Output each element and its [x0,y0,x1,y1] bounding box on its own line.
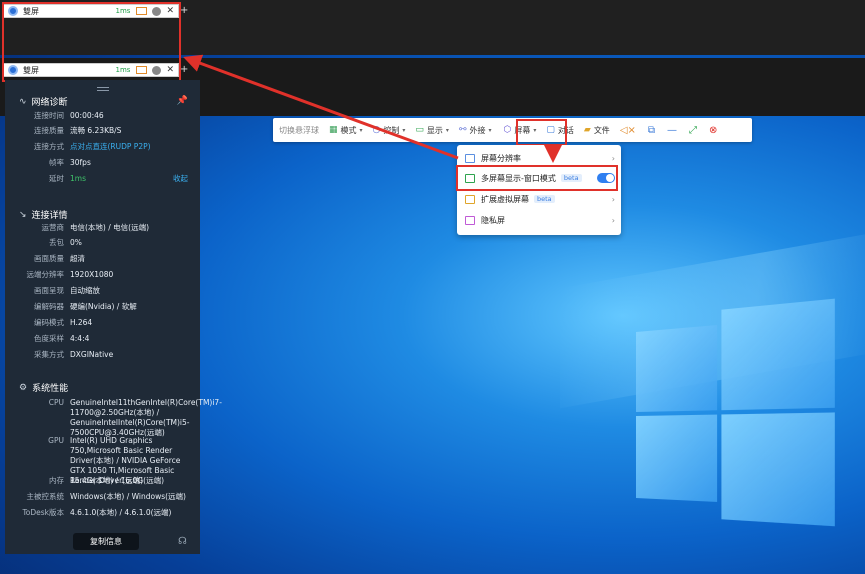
info-row: ToDesk版本 4.6.1.0(本地) / 4.6.1.0(远端) [5,508,200,522]
highlight-box-multiscreen [456,165,618,191]
file-button[interactable]: ▰ 文件 [584,125,610,136]
caret-down-icon: ▾ [402,127,405,134]
new-tab-icon[interactable]: + [180,5,188,16]
gear-icon: ⚙ [19,383,27,393]
minimize-icon[interactable]: — [667,125,677,136]
info-key: 主被控系统 [27,492,65,502]
info-key: 丢包 [49,238,64,248]
info-value: 点对点直连(RUDP P2P) [70,142,192,152]
info-value: 15.4G(本地) / 16.0G(远端) [70,476,192,486]
info-value: 00:00:46 [70,111,192,121]
menu-item-privacy-screen[interactable]: 隐私屏 › [457,210,621,230]
caret-down-icon: ▾ [360,127,363,134]
info-key: 延时 [49,174,64,184]
info-value: 1920X1080 [70,270,192,280]
chevron-right-icon: › [612,154,615,163]
highlight-box-screen [516,119,567,146]
display-menu[interactable]: ▭ 显示 ▾ [415,125,449,136]
info-value: 0% [70,238,192,248]
info-value: GenuineIntel11thGenIntel(R)Core(TM)i7-11… [70,398,192,438]
info-key: ToDesk版本 [22,508,64,518]
cube-icon: ⬡ [504,125,512,135]
info-key: 连接方式 [34,142,64,152]
info-key: CPU [49,398,64,408]
mute-icon[interactable]: ◁× [620,125,636,136]
switch-floating-ball-button[interactable]: 切换悬浮球 [279,125,319,136]
beta-badge: beta [534,195,555,203]
info-key: 画面质量 [34,254,64,264]
info-key: 采集方式 [34,350,64,360]
copy-info-button[interactable]: 复制信息 [73,533,139,550]
info-value: Windows(本地) / Windows(远端) [70,492,192,502]
highlight-box-windows [2,2,181,82]
info-key: 编码模式 [34,318,64,328]
pin-icon[interactable]: 📌 [177,96,188,106]
network-section-title: ∿ 网络诊断 [19,95,68,108]
monitor-icon: ▭ [415,125,424,135]
drag-handle-icon[interactable] [97,87,109,91]
info-key: 连接质量 [34,126,64,136]
info-key: 连接时间 [34,111,64,121]
info-row: GPU Intel(R) UHD Graphics 750,Microsoft B… [5,436,200,474]
menu-item-virtual-screen[interactable]: 扩展虚拟屏幕 beta › [457,189,621,209]
info-row: 主被控系统 Windows(本地) / Windows(远端) [5,492,200,506]
info-key: GPU [48,436,64,446]
info-key: 远端分辨率 [27,270,65,280]
info-row: 内存 15.4G(本地) / 16.0G(远端) [5,476,200,490]
info-value: H.264 [70,318,192,328]
info-key: 色度采样 [34,334,64,344]
disconnect-icon[interactable]: ⊗ [709,125,717,136]
new-tab-icon[interactable]: + [180,64,188,75]
windows-logo [636,297,848,574]
extend-screen-icon [465,195,475,204]
info-key: 画面呈现 [34,286,64,296]
info-key: 编解码器 [34,302,64,312]
diagnostics-panel: ∿ 网络诊断 📌 连接时间 00:00:46 连接质量 流畅 6.23KB/S 连接方式… [5,80,200,554]
grid-icon: ▦ [329,125,338,135]
chevron-right-icon: › [612,216,615,225]
info-row: CPU GenuineIntel11thGenIntel(R)Core(TM)i7… [5,398,200,434]
mode-menu[interactable]: ▦ 模式 ▾ [329,125,363,136]
chevron-right-icon: › [612,195,615,204]
pulse-icon: ∿ [19,97,27,107]
plug-icon: ⚯ [459,125,467,135]
remote-toolbar: 切换悬浮球 ▦ 模式 ▾ ◔ 控制 ▾ ▭ 显示 ▾ ⚯ 外接 ▾ ⬡ 屏幕 ▾ ▢ 对话… [273,118,752,142]
info-value: 4.6.1.0(本地) / 4.6.1.0(远端) [70,508,192,518]
info-value: 流畅 6.23KB/S [70,126,192,136]
info-value: 自动缩放 [70,286,192,296]
info-value: 4:4:4 [70,334,192,344]
info-key: 内存 [49,476,64,486]
screenshot-icon[interactable]: ⧉ [648,125,655,136]
collapse-link[interactable]: 收起 [173,174,188,184]
info-value: 硬编(Nvidia) / 软解 [70,302,192,312]
folder-icon: ▰ [584,125,591,135]
perf-section-title: ⚙ 系统性能 [19,381,68,394]
fullscreen-icon[interactable]: ⤢ [689,125,697,136]
privacy-icon [465,216,475,225]
link-icon: ↘ [19,210,27,220]
details-section-title: ↘ 连接详情 [19,208,68,221]
info-key: 运营商 [42,223,65,233]
info-value: 超清 [70,254,192,264]
info-key: 帧率 [49,158,64,168]
monitor-icon [465,154,475,163]
mouse-icon: ◔ [373,125,381,135]
caret-down-icon: ▾ [488,127,491,134]
caret-down-icon: ▾ [446,127,449,134]
peripheral-menu[interactable]: ⚯ 外接 ▾ [459,125,492,136]
info-value: 30fps [70,158,192,168]
info-value: DXGINative [70,350,192,360]
support-headset-icon[interactable]: ☊ [178,536,187,547]
control-menu[interactable]: ◔ 控制 ▾ [373,125,406,136]
info-value: 电信(本地) / 电信(远端) [70,223,192,233]
